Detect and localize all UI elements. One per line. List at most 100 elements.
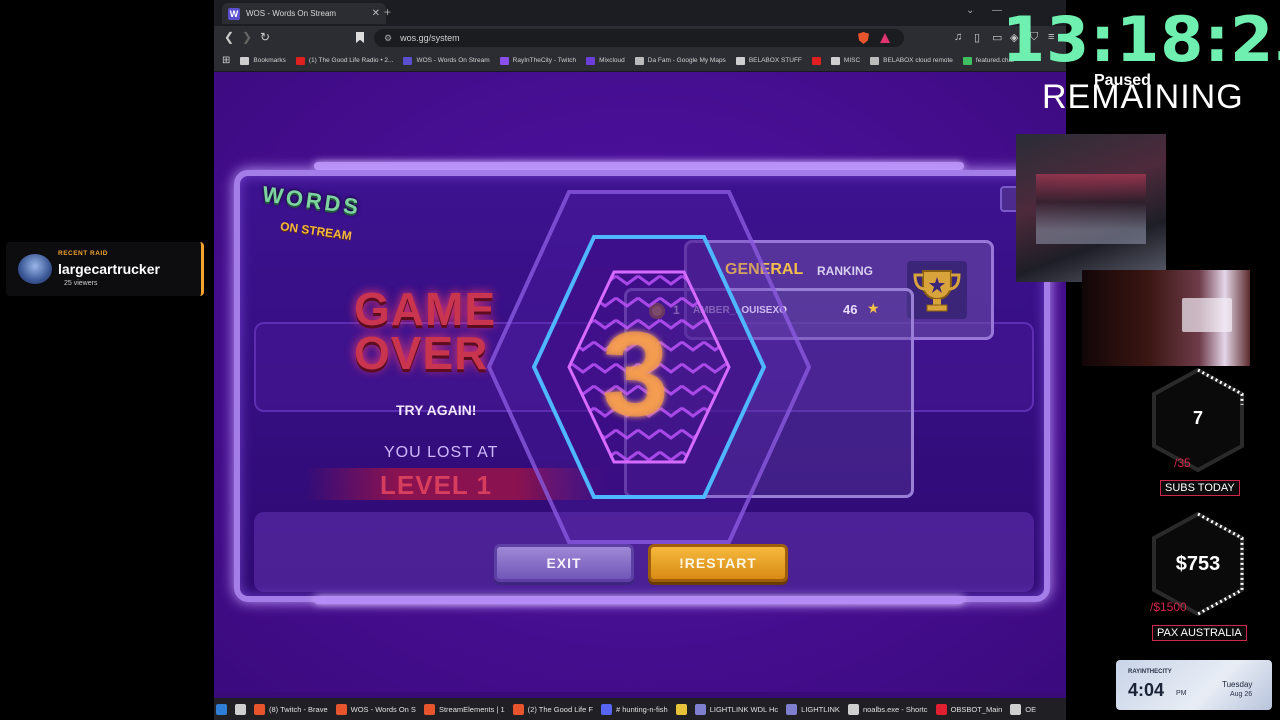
bookmark-item[interactable]: MISC xyxy=(830,56,861,65)
site-info-icon[interactable]: ⚙ xyxy=(384,33,392,44)
brave-icon xyxy=(254,703,265,715)
edge-icon xyxy=(216,703,227,715)
music-icon[interactable]: ♫ xyxy=(954,31,962,43)
browser-window: W WOS - Words On Stream ✕ + ⌄ — ❮ ❯ ↻ ⚙ … xyxy=(214,0,1066,720)
lightlink-icon xyxy=(694,703,706,715)
star-icon: ★ xyxy=(867,300,880,316)
taskbar-item[interactable] xyxy=(675,703,687,715)
taskbar-label: StreamElements | 1 xyxy=(438,704,505,714)
ranking-subtitle: RANKING xyxy=(817,264,873,278)
obsbot-icon xyxy=(935,703,947,715)
tab-title: WOS - Words On Stream xyxy=(246,9,337,18)
bookmark-label: WOS - Words On Stream xyxy=(416,57,490,64)
stream-screen: W WOS - Words On Stream ✕ + ⌄ — ❮ ❯ ↻ ⚙ … xyxy=(0,0,1280,720)
trophy-icon xyxy=(907,261,967,319)
recent-raid-alert: RECENT RAID largecartrucker 25 viewers xyxy=(6,242,204,296)
raider-avatar xyxy=(18,254,52,284)
bookmark-label: BELABOX cloud remote xyxy=(883,57,953,64)
bookmark-item[interactable]: WOS - Words On Stream xyxy=(403,56,490,65)
bookmark-label: Bookmarks xyxy=(253,57,286,64)
taskbar-item[interactable]: (8) Twitch - Brave xyxy=(254,703,328,715)
exit-button[interactable]: EXIT xyxy=(494,544,634,582)
taskbar-item[interactable]: LIGHTLINK xyxy=(786,703,840,715)
taskbar-item[interactable]: StreamElements | 1 xyxy=(423,703,505,715)
reload-icon[interactable]: ↻ xyxy=(260,30,270,44)
minimize-icon[interactable]: — xyxy=(992,5,1002,16)
panel-rail-bottom xyxy=(314,596,964,604)
taskbar-item[interactable]: LIGHTLINK WDL Hc xyxy=(694,703,778,715)
taskbar-item[interactable]: (2) The Good Life F xyxy=(512,703,593,715)
bookmark-label: MISC xyxy=(843,57,861,64)
lightlink-icon xyxy=(786,703,798,715)
new-tab-icon[interactable]: + xyxy=(384,5,391,19)
obs-icon xyxy=(1010,703,1022,715)
folder-icon xyxy=(830,56,840,65)
timer-remaining-label: REMAINING xyxy=(1042,78,1244,116)
taskbar-item[interactable] xyxy=(235,703,246,715)
bookmark-item[interactable]: Mixcloud xyxy=(586,56,625,65)
taskbar-label: noalbs.exe - Shortc xyxy=(862,704,928,714)
game-viewport: WORDS ON STREAM GAME OVER TRY AGAIN! YOU… xyxy=(214,72,1066,692)
money-goal-value: $753 xyxy=(1175,553,1221,575)
level-text: LEVEL 1 xyxy=(380,470,493,500)
taskbar-item[interactable]: OE xyxy=(1010,703,1037,715)
try-again-text: TRY AGAIN! xyxy=(396,402,477,418)
sidebar-icon[interactable]: ▯ xyxy=(974,31,980,44)
brave-icon xyxy=(423,703,435,715)
browser-toolbar: ❮ ❯ ↻ ⚙ wos.gg/system ♫ ▯ ▭ ◈ ⛉ ≡ xyxy=(214,26,1066,50)
brave-icon xyxy=(512,703,524,715)
you-lost-at-text: YOU LOST AT xyxy=(384,444,499,461)
raid-label: RECENT RAID xyxy=(58,250,108,257)
taskbar-item[interactable]: noalbs.exe - Shortc xyxy=(847,703,928,715)
webcam-room xyxy=(1016,134,1166,282)
youtube-icon xyxy=(295,56,305,65)
bookmark-item[interactable]: Bookmarks xyxy=(240,56,286,65)
bookmark-item[interactable]: RayInTheCity - Twitch xyxy=(499,56,576,65)
back-icon[interactable]: ❮ xyxy=(224,30,234,44)
discord-icon xyxy=(600,703,612,715)
taskbar-item[interactable]: OBSBOT_Main xyxy=(935,703,1002,715)
chevron-down-icon[interactable]: ⌄ xyxy=(966,5,974,16)
raid-viewers: 25 viewers xyxy=(64,280,98,287)
bookmark-item[interactable]: BELABOX STUFF xyxy=(735,56,802,65)
address-bar[interactable]: ⚙ wos.gg/system xyxy=(374,29,904,47)
folder-icon xyxy=(240,56,250,65)
tab-bar: W WOS - Words On Stream ✕ + ⌄ — xyxy=(214,0,1066,26)
restart-button[interactable]: !RESTART xyxy=(648,544,788,582)
terminal-icon xyxy=(847,703,859,715)
bookmark-icon[interactable] xyxy=(356,32,364,43)
folder-icon xyxy=(735,56,745,65)
panel-rail-top xyxy=(314,162,964,170)
raider-name: largecartrucker xyxy=(58,261,160,277)
clock-time: 4:04 xyxy=(1128,680,1165,700)
taskbar-label: OE xyxy=(1025,704,1037,714)
taskbar-item[interactable]: # hunting-n-fish xyxy=(600,703,668,715)
bookmark-item[interactable]: BELABOX cloud remote xyxy=(870,56,953,65)
forward-icon[interactable]: ❯ xyxy=(242,30,252,44)
url-text: wos.gg/system xyxy=(400,33,460,43)
close-tab-icon[interactable]: ✕ xyxy=(372,8,380,19)
taskbar-label: LIGHTLINK xyxy=(801,704,840,714)
chat-icon xyxy=(962,56,972,65)
maps-icon xyxy=(634,56,644,65)
money-goal-max: /$1500 xyxy=(1150,600,1187,614)
taskbar-label: # hunting-n-fish xyxy=(615,704,668,714)
rank-score: 46 xyxy=(843,302,858,317)
taskbar-item[interactable]: WOS - Words On S xyxy=(335,703,416,715)
logo-words-text: WORDS xyxy=(260,181,363,220)
taskbar-item[interactable] xyxy=(216,703,227,715)
bookmark-item[interactable]: Da Fam - Google My Maps xyxy=(634,56,726,65)
wallet-icon[interactable]: ▭ xyxy=(992,31,1002,44)
countdown-number: 3 xyxy=(602,307,669,441)
clock-day: Tuesday xyxy=(1222,680,1253,689)
tab-wos[interactable]: W WOS - Words On Stream ✕ xyxy=(222,3,386,24)
apps-grid-icon[interactable]: ⊞ xyxy=(222,55,230,66)
clock-widget: RAYINTHECITY 4:04 PM Tuesday Aug 26 xyxy=(1116,660,1272,710)
bookmark-item[interactable] xyxy=(811,56,821,65)
bookmark-label: BELABOX STUFF xyxy=(748,57,802,64)
wos-logo: WORDS ON STREAM xyxy=(260,181,392,254)
clock-date: Aug 26 xyxy=(1230,691,1253,698)
files-icon xyxy=(235,703,246,715)
bookmark-item[interactable]: (1) The Good Life Radio • 2... xyxy=(295,56,393,65)
chrome-icon xyxy=(675,703,687,715)
